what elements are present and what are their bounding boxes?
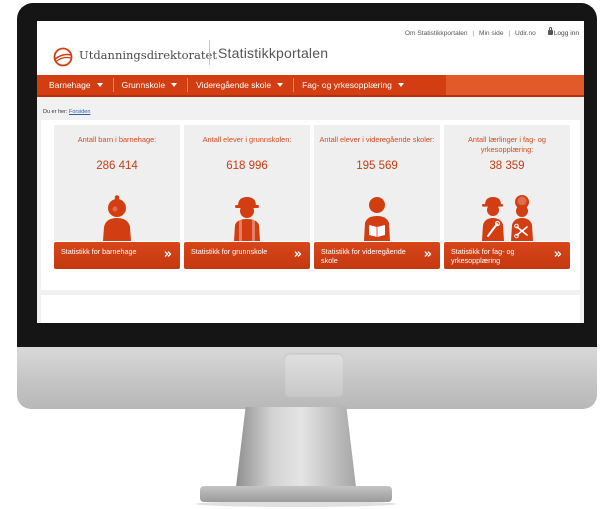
nav-item-label: Barnehage [49,80,91,90]
pupil-cap-icon [234,197,260,241]
top-link-my-page[interactable]: Min side [479,30,504,37]
stat-card-barnehage: Antall barn i barnehage: 286 414 Statist… [54,125,180,285]
stat-button-label: Statistikk for barnehage [61,247,137,256]
top-link-about[interactable]: Om Statistikkportalen [405,30,468,37]
stat-card-label: Antall elever i grunnskolen: [202,135,292,144]
breadcrumb-home-link[interactable]: Forsiden [69,109,90,115]
stat-card-label: Antall barn i barnehage: [77,135,157,144]
caret-down-icon [397,83,404,87]
stat-card-value: 195 569 [356,160,398,172]
udir-logo-icon[interactable] [53,47,73,67]
stat-button-label: Statistikk for videregående skole [321,247,406,265]
stat-button-barnehage[interactable]: Statistikk for barnehage » [54,242,180,269]
monitor-logo-plate [284,353,344,397]
nav-item-videregaende[interactable]: Videregående skole [196,80,293,90]
login-link[interactable]: Logg inn [547,27,579,37]
caret-down-icon [96,83,103,87]
portal-name[interactable]: Statistikkportalen [218,45,328,61]
login-label: Logg inn [553,30,579,37]
stat-button-label: Statistikk for fag- og yrkesopplæring [451,247,515,265]
breadcrumb-prefix: Du er her: [43,109,68,115]
stat-card-videregaende: Antall elever i videregående skoler: 195… [314,125,440,285]
top-link-udir[interactable]: Udir.no [515,30,536,37]
stat-card-label: Antall elever i videregående skoler: [319,135,435,144]
nav-divider [293,78,295,92]
stat-card-value: 286 414 [96,160,138,172]
apprentices-tools-icon [482,195,533,241]
nav-divider [112,78,114,92]
caret-down-icon [171,83,178,87]
brand-name[interactable]: Utdanningsdirektoratet [79,48,217,62]
stat-card-grunnskole: Antall elever i grunnskolen: 618 996 Sta… [184,125,310,285]
stat-button-label: Statistikk for grunnskole [191,247,268,256]
stat-card-label: Antall lærlinger i fag- og yrkesopplærin… [467,135,547,154]
top-links: Om Statistikkportalen | Min side | Udir.… [405,27,579,37]
content-lower-panel [41,295,580,323]
double-chevron-right-icon: » [293,247,303,262]
nav-divider [187,78,189,92]
screen: Utdanningsdirektoratet Statistikkportale… [37,21,584,323]
nav-item-fag-og-yrkesopplaering[interactable]: Fag- og yrkesopplæring [302,80,414,90]
stat-button-fag-og-yrkesopplaering[interactable]: Statistikk for fag- og yrkesopplæring » [444,242,570,269]
brand-divider [209,40,210,65]
site-header: Utdanningsdirektoratet Statistikkportale… [37,21,584,75]
top-link-separator: | [472,30,475,37]
double-chevron-right-icon: » [553,247,563,262]
stat-card-value: 38 359 [489,160,525,172]
double-chevron-right-icon: » [163,247,173,262]
stat-card-fag-og-yrkesopplaering: Antall lærlinger i fag- og yrkesopplærin… [444,125,570,285]
nav-item-grunnskole[interactable]: Grunnskole [122,80,187,90]
breadcrumb: Du er her: Forsiden [43,109,90,115]
stat-button-videregaende[interactable]: Statistikk for videregående skole » [314,242,440,269]
nav-item-label: Grunnskole [121,80,166,90]
stat-button-grunnskole[interactable]: Statistikk for grunnskole » [184,242,310,269]
nav-item-label: Fag- og yrkesopplæring [302,80,392,90]
double-chevron-right-icon: » [423,247,433,262]
caret-down-icon [277,83,284,87]
monitor-chin [17,347,597,409]
student-book-icon [364,197,390,241]
child-icon [103,195,131,241]
stat-card-value: 618 996 [226,160,268,172]
main-nav: Barnehage Grunnskole Videregående skole … [37,75,584,97]
top-link-separator: | [508,30,511,37]
nav-item-label: Videregående skole [196,80,272,90]
nav-item-barnehage[interactable]: Barnehage [49,80,113,90]
monitor-stand-neck [236,407,356,487]
monitor-stand-base [200,486,392,502]
lock-icon [547,27,553,35]
nav-strip [446,75,584,95]
